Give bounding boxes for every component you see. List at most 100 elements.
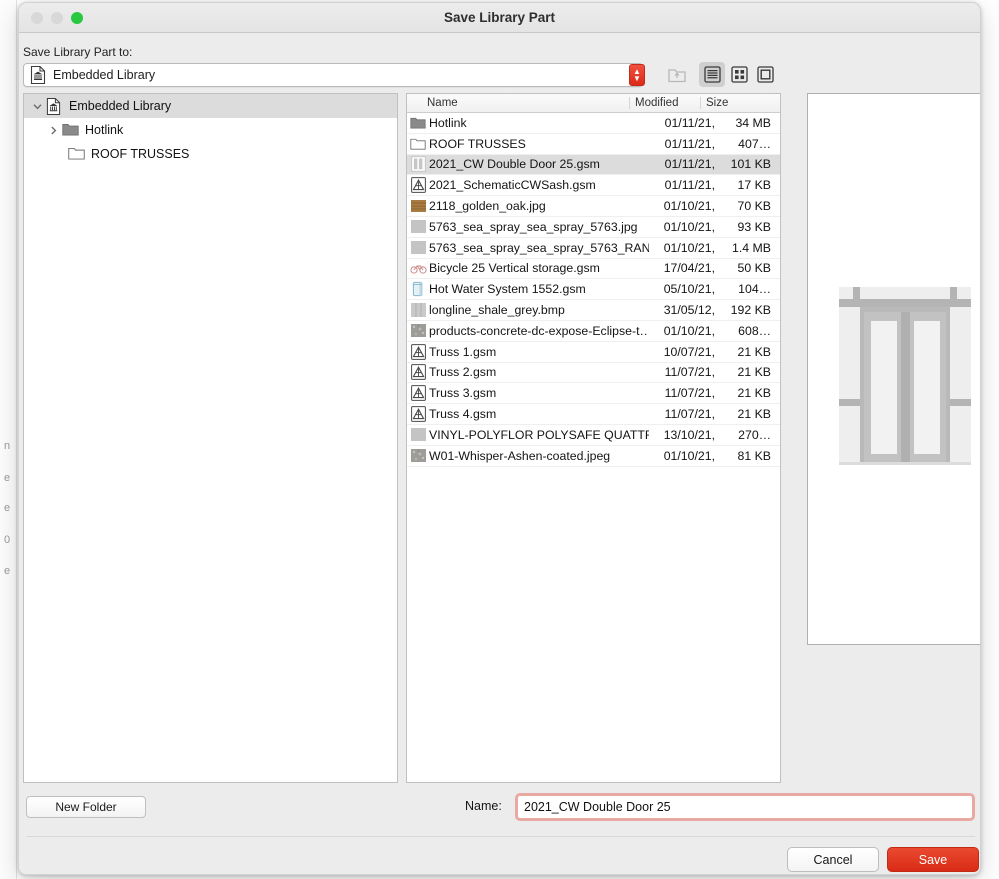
- file-name: products-concrete-dc-expose-Eclipse-t…: [429, 323, 649, 338]
- file-row[interactable]: 5763_sea_spray_sea_spray_5763_RAND… 01/10…: [407, 238, 780, 259]
- file-name: 5763_sea_spray_sea_spray_5763.jpg: [429, 219, 638, 234]
- folder-outline-icon: [407, 137, 429, 150]
- file-name: Truss 2.gsm: [429, 365, 497, 380]
- swatch-concrete-icon: [407, 449, 429, 463]
- file-size: 93 KB: [737, 219, 772, 234]
- file-row[interactable]: Truss 1.gsm 10/07/21, 21 KB: [407, 342, 780, 363]
- column-view-icon: [756, 66, 774, 83]
- sidebar-item-hotlink[interactable]: Hotlink: [24, 118, 397, 142]
- file-size: 21 KB: [737, 365, 772, 380]
- sidebar-item-embedded-library[interactable]: Embedded Library: [24, 94, 397, 118]
- file-row[interactable]: Bicycle 25 Vertical storage.gsm 17/04/21,…: [407, 259, 780, 280]
- file-row[interactable]: 2118_golden_oak.jpg 01/10/21, 70 KB: [407, 196, 780, 217]
- column-header-name[interactable]: Name: [407, 97, 629, 109]
- file-modified: 01/10/21,: [663, 219, 715, 234]
- file-modified: 01/11/21,: [664, 115, 715, 130]
- save-to-label: Save Library Part to:: [23, 45, 133, 59]
- background-glyph: 0: [4, 534, 11, 546]
- file-size: 21 KB: [737, 386, 772, 401]
- name-input[interactable]: 2021_CW Double Door 25: [515, 793, 975, 821]
- chevron-down-icon[interactable]: [30, 99, 44, 113]
- file-row[interactable]: Truss 3.gsm 11/07/21, 21 KB: [407, 383, 780, 405]
- file-row[interactable]: Truss 2.gsm 11/07/21, 21 KB: [407, 363, 780, 384]
- dialog-bottom-bar: New Folder Name: 2021_CW Double Door 25 …: [19, 785, 980, 874]
- file-size: 21 KB: [737, 344, 772, 359]
- file-modified: 11/07/21,: [664, 365, 715, 380]
- column-header-size[interactable]: Size: [700, 97, 755, 109]
- background-glyph: e: [4, 565, 11, 577]
- file-name: Hot Water System 1552.gsm: [429, 282, 586, 297]
- icon-view-button[interactable]: [726, 62, 752, 87]
- file-row[interactable]: ROOF TRUSSES 01/11/21, 407…: [407, 134, 780, 155]
- file-list-rows: Hotlink 01/11/21, 34 MB ROOF TRUSSES 01/11/2…: [407, 113, 780, 782]
- truss-object-icon: [407, 343, 429, 360]
- dialog-titlebar: Save Library Part: [19, 3, 980, 33]
- file-name: W01-Whisper-Ashen-coated.jpeg: [429, 448, 611, 463]
- name-label: Name:: [465, 799, 502, 813]
- column-view-button[interactable]: [752, 62, 778, 87]
- file-row[interactable]: Hot Water System 1552.gsm 05/10/21, 104…: [407, 279, 780, 301]
- file-modified: 01/10/21,: [663, 323, 715, 338]
- file-row[interactable]: VINYL-POLYFLOR POLYSAFE QUATTRO… 13/10/21…: [407, 425, 780, 446]
- cancel-button[interactable]: Cancel: [787, 847, 879, 872]
- new-folder-button[interactable]: New Folder: [26, 796, 146, 818]
- swatch-lines-icon: [407, 303, 429, 318]
- background-glyph: n: [4, 440, 11, 452]
- preview-pane: [789, 93, 980, 783]
- file-row[interactable]: W01-Whisper-Ashen-coated.jpeg 01/10/21, 81…: [407, 446, 780, 467]
- file-size: 21 KB: [737, 407, 772, 422]
- file-modified: 11/07/21,: [664, 407, 715, 422]
- new-folder-toolbar-button[interactable]: [664, 62, 690, 87]
- file-modified: 17/04/21,: [663, 261, 715, 276]
- list-view-icon: [703, 66, 721, 83]
- truss-object-icon: [407, 177, 429, 194]
- file-name: Bicycle 25 Vertical storage.gsm: [429, 261, 600, 276]
- file-row[interactable]: 2021_CW Double Door 25.gsm 01/11/21, 101 K…: [407, 154, 780, 176]
- file-size: 17 KB: [737, 178, 772, 193]
- file-row[interactable]: 5763_sea_spray_sea_spray_5763.jpg 01/10/2…: [407, 217, 780, 238]
- chevron-right-icon[interactable]: [46, 123, 60, 137]
- file-size: 81 KB: [737, 448, 772, 463]
- file-name: Hotlink: [429, 115, 467, 130]
- truss-object-icon: [407, 406, 429, 422]
- file-name: 2021_SchematicCWSash.gsm: [429, 178, 596, 193]
- save-button[interactable]: Save: [887, 847, 979, 872]
- door-object-icon: [407, 156, 429, 173]
- swatch-grey-icon: [407, 241, 429, 255]
- file-modified: 05/10/21,: [663, 282, 715, 297]
- path-bar-area: Save Library Part to: Embedded Library ▲…: [19, 33, 980, 91]
- file-row[interactable]: Hotlink 01/11/21, 34 MB: [407, 113, 780, 134]
- destination-popup-button[interactable]: Embedded Library: [23, 63, 643, 87]
- file-row[interactable]: 2021_SchematicCWSash.gsm 01/11/21, 17 KB: [407, 175, 780, 197]
- file-size: 50 KB: [737, 261, 772, 276]
- file-name: Truss 4.gsm: [429, 407, 497, 422]
- file-modified: 10/07/21,: [663, 344, 715, 359]
- file-name: longline_shale_grey.bmp: [429, 303, 565, 318]
- screen: ‹ ‹‹‹ уп вдн n e e 0 e Save Library Part…: [0, 0, 999, 879]
- file-size: 104…: [738, 282, 771, 297]
- folder-filled-icon: [407, 116, 429, 129]
- sidebar-item-roof-trusses[interactable]: ROOF TRUSSES: [24, 142, 397, 166]
- truss-object-icon: [407, 385, 429, 402]
- sidebar-pane: Embedded Library Hotlink ROOF TRUSSES: [23, 93, 398, 783]
- destination-stepper[interactable]: ▲ ▼: [629, 64, 645, 86]
- file-name: Truss 3.gsm: [429, 386, 497, 401]
- list-view-button[interactable]: [699, 62, 725, 87]
- file-row[interactable]: Truss 4.gsm 11/07/21, 21 KB: [407, 404, 780, 425]
- file-size: 608…: [738, 323, 771, 338]
- file-size: 1.4 MB: [732, 240, 771, 255]
- file-size: 407…: [738, 136, 771, 151]
- browser-panes: Embedded Library Hotlink ROOF TRUSSES Na…: [23, 93, 980, 783]
- column-header-modified[interactable]: Modified: [629, 97, 700, 109]
- name-input-value: 2021_CW Double Door 25: [524, 800, 671, 814]
- file-size: 34 MB: [735, 115, 771, 130]
- file-modified: 11/07/21,: [664, 386, 715, 401]
- double-door-preview-image: [808, 94, 980, 644]
- file-size: 101 KB: [730, 157, 771, 172]
- file-size: 70 KB: [737, 199, 772, 214]
- preview-box: [807, 93, 980, 645]
- file-row[interactable]: products-concrete-dc-expose-Eclipse-t… 01…: [407, 321, 780, 342]
- file-row[interactable]: longline_shale_grey.bmp 31/05/12, 192 KB: [407, 300, 780, 321]
- file-name: Truss 1.gsm: [429, 344, 497, 359]
- cylinder-object-icon: [407, 281, 429, 297]
